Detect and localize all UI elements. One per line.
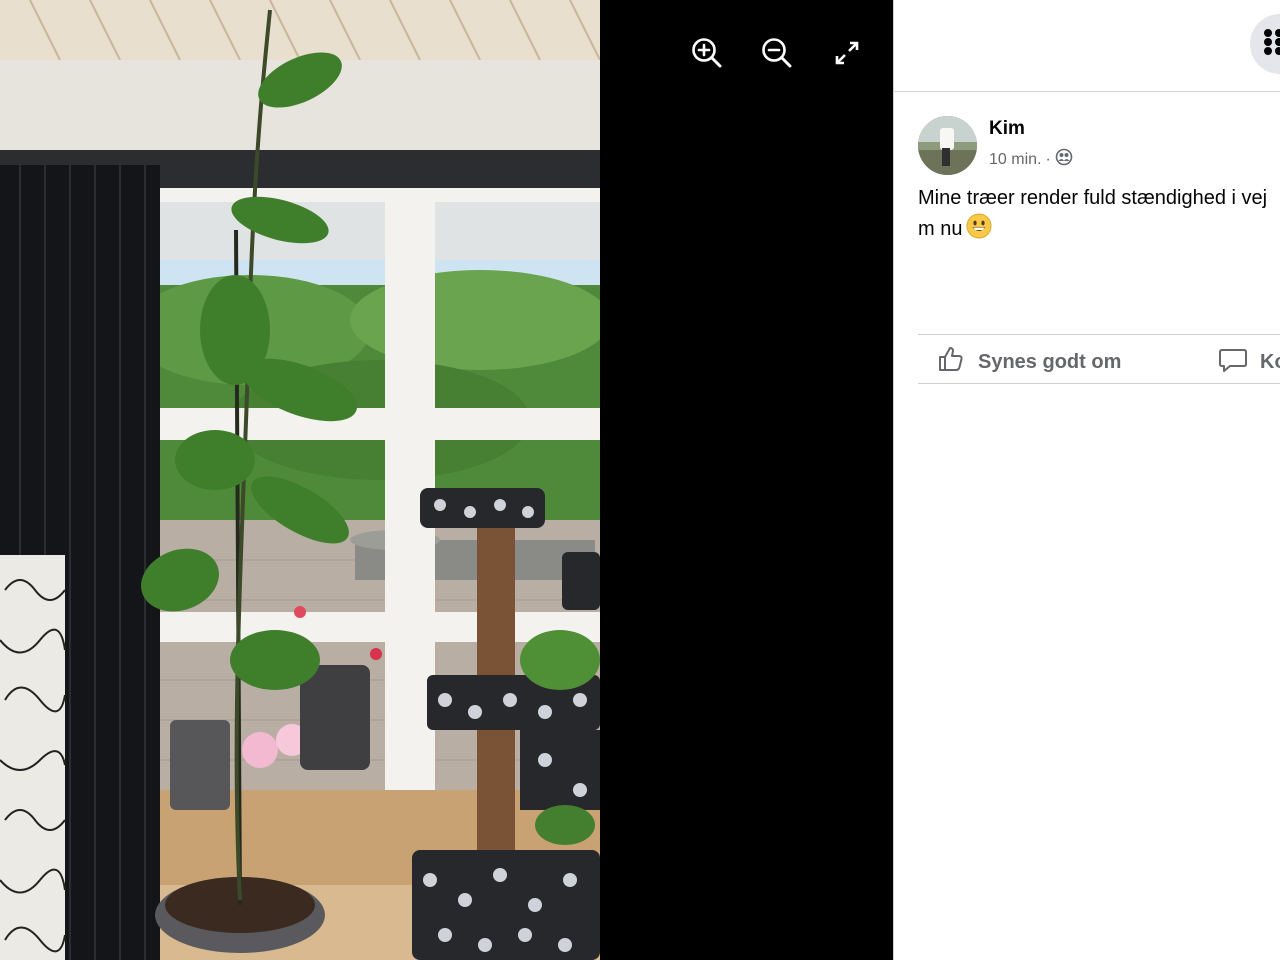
fullscreen-button[interactable] [826,34,868,72]
side-panel-header [894,0,1280,92]
post-text-line-2-text: m nu [918,218,963,240]
like-label: Synes godt om [978,350,1122,373]
thumbs-up-icon [936,344,966,380]
zoom-out-icon [760,36,794,70]
post-side-panel: Kim 10 min. · Mine træer render fuld stæ… [893,0,1280,960]
meta-separator: · [1045,150,1051,168]
zoom-in-icon [690,36,724,70]
comment-label: Ko [1260,350,1280,373]
comment-button[interactable]: Ko [1218,344,1280,380]
friends-icon[interactable] [1055,148,1073,171]
comment-bubble-icon [1218,344,1248,380]
photo-viewer [0,0,893,960]
post-author: Kim 10 min. · [918,116,1073,175]
post-photo[interactable] [0,0,600,960]
avatar[interactable] [918,116,977,175]
grid-menu-icon [1263,28,1280,61]
facebook-photo-viewer: Kim 10 min. · Mine træer render fuld stæ… [0,0,1280,960]
viewer-controls [686,34,868,72]
menu-button[interactable] [1250,14,1280,74]
post-meta: 10 min. · [989,148,1073,171]
post-timestamp[interactable]: 10 min. [989,151,1041,169]
zoom-out-button[interactable] [756,34,798,72]
expand-icon [833,39,861,67]
like-button[interactable]: Synes godt om [936,344,1121,380]
post-actions-bar: Synes godt om Ko [918,334,1280,384]
post-text-line-1: Mine træer render fuld stændighed i vej [918,187,1268,209]
post-text-line-2: m nu [918,213,1280,248]
post-text: Mine træer render fuld stændighed i vej … [918,183,1280,248]
author-name[interactable]: Kim [989,118,1073,140]
zoom-in-button[interactable] [686,34,728,72]
author-meta: Kim 10 min. · [989,116,1073,175]
grinning-face-emoji-icon [966,213,992,248]
